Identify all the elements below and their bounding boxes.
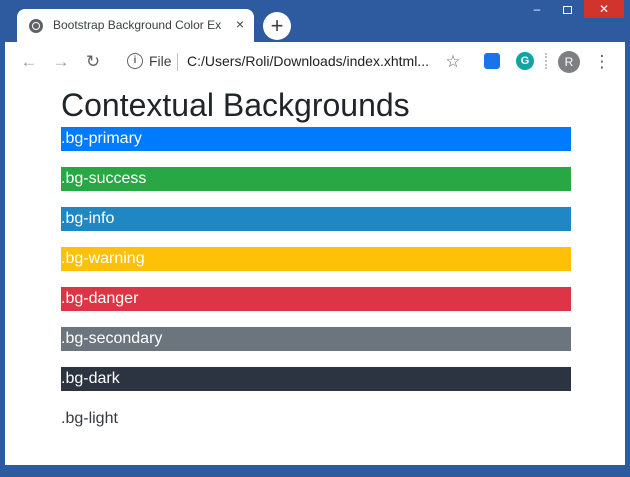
file-label: File — [149, 53, 172, 69]
extension-icon[interactable] — [484, 53, 500, 69]
grammarly-icon[interactable]: G — [516, 52, 534, 70]
avatar[interactable]: R — [558, 51, 580, 73]
new-tab-button[interactable]: + — [263, 12, 291, 40]
toolbar-separator — [545, 53, 549, 69]
forward-icon[interactable]: → — [51, 52, 71, 72]
bg-info-row: .bg-info — [61, 207, 571, 231]
bookmark-star-icon[interactable]: ☆ — [443, 52, 463, 72]
bg-warning-row: .bg-warning — [61, 247, 571, 271]
back-icon[interactable]: ← — [19, 52, 39, 72]
minimize-button[interactable]: – — [522, 0, 552, 18]
maximize-icon — [562, 5, 572, 14]
globe-icon — [29, 19, 43, 33]
browser-tab[interactable]: Bootstrap Background Color Ex × — [17, 9, 254, 42]
toolbar: ← → ↻ i File C:/Users/Roli/Downloads/ind… — [5, 42, 625, 82]
bg-light-row: .bg-light — [61, 407, 571, 431]
bg-secondary-row: .bg-secondary — [61, 327, 571, 351]
bg-primary-row: .bg-primary — [61, 127, 571, 151]
tab-title: Bootstrap Background Color Ex — [53, 18, 222, 32]
menu-icon[interactable]: ⋮ — [592, 52, 612, 72]
omnibox-divider — [177, 53, 178, 71]
tab-strip: Bootstrap Background Color Ex × + – ✕ — [0, 0, 630, 42]
tab-close-icon[interactable]: × — [231, 15, 249, 33]
browser-window: Bootstrap Background Color Ex × + – ✕ ← … — [0, 0, 630, 477]
maximize-button[interactable] — [552, 0, 582, 18]
info-icon[interactable]: i — [127, 53, 143, 69]
bg-dark-row: .bg-dark — [61, 367, 571, 391]
bg-danger-row: .bg-danger — [61, 287, 571, 311]
page-content: Contextual Backgrounds .bg-primary .bg-s… — [5, 82, 625, 465]
bg-success-row: .bg-success — [61, 167, 571, 191]
reload-icon[interactable]: ↻ — [83, 52, 103, 72]
close-window-button[interactable]: ✕ — [584, 0, 624, 18]
address-bar[interactable]: C:/Users/Roli/Downloads/index.xhtml... — [187, 53, 429, 69]
page-title: Contextual Backgrounds — [61, 87, 410, 123]
